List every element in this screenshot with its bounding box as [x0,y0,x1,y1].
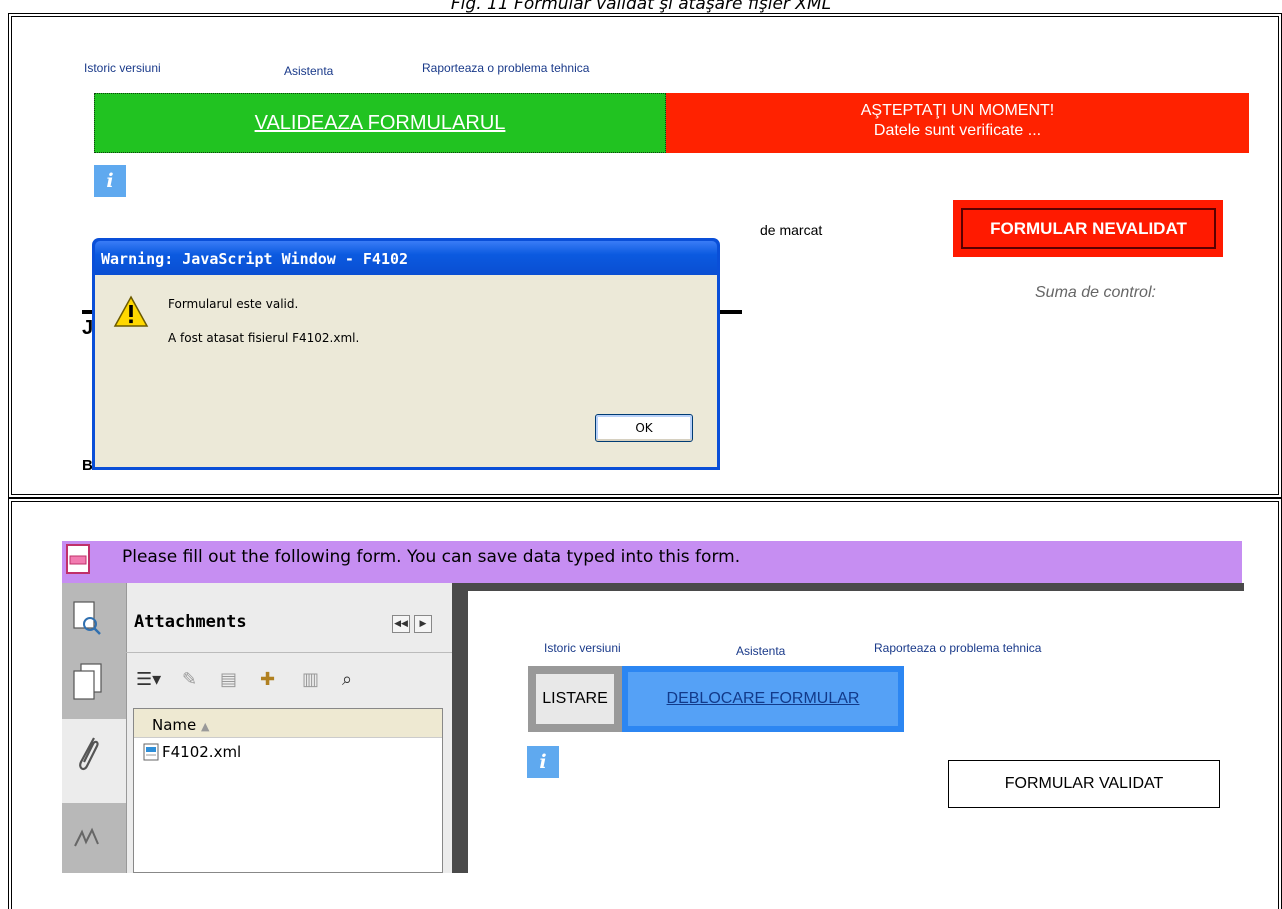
search-attachments-icon[interactable]: ⌕ [342,669,352,690]
form-icon [66,544,90,574]
validate-form-button[interactable]: VALIDEAZA FORMULARUL [94,93,666,153]
bottom-screenshot-frame: Please fill out the following form. You … [8,498,1282,909]
figure-caption: Fig. 11 Formular validat şi ataşare fişi… [450,0,832,14]
print-button[interactable]: LISTARE [528,666,622,732]
link-asistenta[interactable]: Asistenta [284,64,333,78]
dialog-body: Formularul este valid. A fost atasat fis… [95,275,717,467]
info-icon-bottom[interactable]: i [527,746,559,778]
pages-icon[interactable] [72,662,104,702]
print-button-label: LISTARE [536,674,614,724]
unlock-form-button[interactable]: DEBLOCARE FORMULAR [628,672,898,726]
dialog-message-line1: Formularul este valid. [168,297,299,311]
attachments-title: Attachments [134,612,247,632]
form-status-valid-label: FORMULAR VALIDAT [948,760,1220,808]
open-attachment-icon[interactable]: ✎ [182,669,197,690]
wait-message-banner: AŞTEPTAŢI UN MOMENT! Datele sunt verific… [666,93,1249,153]
info-icon[interactable]: i [94,165,126,197]
checksum-label: Suma de control: [1035,284,1156,301]
attachment-filename: F4102.xml [162,743,242,761]
toolbar-separator [126,652,452,653]
page-search-icon[interactable] [72,600,102,636]
form-status-invalid-box: FORMULAR NEVALIDAT [953,200,1223,257]
rewind-icon[interactable]: ◀◀ [392,615,410,633]
form-notification-text: Please fill out the following form. You … [122,547,741,567]
name-column-header[interactable]: Name ▲ [152,716,210,734]
signature-icon[interactable] [72,822,102,852]
link-raporteaza-problema[interactable]: Raporteaza o problema tehnica [422,61,589,75]
paperclip-icon[interactable] [74,732,102,776]
panel-splitter[interactable] [452,583,468,873]
javascript-warning-dialog: Warning: JavaScript Window - F4102 Formu… [92,238,720,470]
link-raporteaza-problema-bottom[interactable]: Raporteaza o problema tehnica [874,641,1041,655]
ok-button[interactable]: OK [595,414,693,442]
form-status-invalid-label: FORMULAR NEVALIDAT [961,208,1216,249]
attachment-row[interactable]: F4102.xml [143,743,241,761]
add-attachment-icon[interactable]: ✚ [260,669,275,690]
wait-message-subtitle: Datele sunt verificate ... [873,122,1042,139]
de-marcat-label: de marcat [760,222,823,238]
options-menu-icon[interactable]: ☰▾ [136,669,161,690]
warning-icon [113,295,149,327]
save-attachment-icon[interactable]: ▤ [220,669,237,690]
link-asistenta-bottom[interactable]: Asistenta [736,644,785,658]
top-screenshot-frame: Istoric versiuni Asistenta Raporteaza o … [8,13,1282,498]
wait-message-title: AŞTEPTAŢI UN MOMENT! [860,102,1055,119]
dialog-message-line2: A fost atasat fisierul F4102.xml. [168,331,360,345]
link-istoric-versiuni[interactable]: Istoric versiuni [84,61,161,75]
link-istoric-versiuni-bottom[interactable]: Istoric versiuni [544,641,621,655]
document-top-border [468,583,1244,591]
validate-form-label: VALIDEAZA FORMULARUL [254,111,506,134]
expand-icon[interactable]: ▶ [414,615,432,633]
delete-attachment-icon[interactable]: ▥ [302,669,319,690]
dialog-title: Warning: JavaScript Window - F4102 [95,241,717,275]
xml-file-icon [143,743,159,761]
